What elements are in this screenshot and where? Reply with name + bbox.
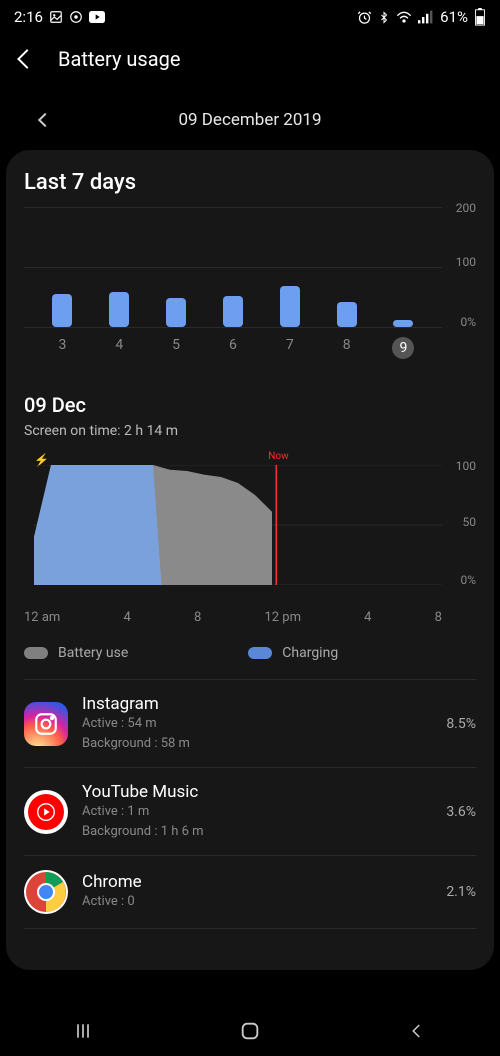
alarm-icon [357,10,372,25]
chevron-left-icon [17,49,37,69]
bar-day-8[interactable] [327,302,367,327]
date-label: 09 December 2019 [178,110,321,130]
app-pct: 3.6% [446,804,476,820]
ytick: 200 [456,201,476,215]
legend-label-charging: Charging [282,645,338,661]
status-bar: 2:16 61% [0,0,500,34]
ytick: 100 [456,255,476,269]
last7-chart[interactable]: 200 100 0% 3456789 [24,207,476,367]
bar-day-4[interactable] [99,292,139,327]
chrome-icon [24,870,68,914]
app-row-chrome[interactable]: ChromeActive : 0 2.1% [24,856,476,929]
xlabel[interactable]: 8 [327,337,367,359]
system-navbar [0,1006,500,1056]
app-pct: 8.5% [446,716,476,732]
app-active: Active : 54 m [82,714,432,734]
screen-on-time: Screen on time: 2 h 14 m [24,423,476,439]
bar-day-9[interactable] [383,320,423,327]
ytmusic-icon [24,790,68,834]
xlabel[interactable]: 3 [42,337,82,359]
app-active: Active : 1 m [82,802,432,822]
bar-day-6[interactable] [213,296,253,327]
xtick: 12 am [24,610,60,625]
xtick: 4 [364,610,371,625]
bar-day-5[interactable] [156,298,196,327]
ytick: 0% [460,315,476,329]
xlabel[interactable]: 7 [270,337,310,359]
app-name: Instagram [82,694,432,714]
xtick: 8 [194,610,201,625]
back-button[interactable] [16,46,38,72]
bar-day-3[interactable] [42,294,82,327]
app-name: Chrome [82,872,432,892]
xtick: 4 [123,610,130,625]
now-label: Now [268,451,288,462]
date-navigation: 09 December 2019 [0,88,500,146]
day-title: 09 Dec [24,393,476,417]
legend-swatch-charging [248,647,272,659]
ytick: 50 [463,515,477,529]
bluetooth-icon [378,10,390,25]
xlabel[interactable]: 4 [99,337,139,359]
app-background: Background : 1 h 6 m [82,822,432,842]
ytick: 100 [456,459,476,473]
xlabel[interactable]: 5 [156,337,196,359]
app-info: YouTube MusicActive : 1 mBackground : 1 … [82,782,432,841]
xtick: 8 [435,610,442,625]
xlabel[interactable]: 9 [392,337,414,359]
youtube-icon [89,11,105,23]
instagram-icon [24,702,68,746]
app-usage-list: InstagramActive : 54 mBackground : 58 m 8… [24,679,476,929]
app-row-instagram[interactable]: InstagramActive : 54 mBackground : 58 m 8… [24,680,476,768]
page-title: Battery usage [58,47,180,71]
app-info: ChromeActive : 0 [82,872,432,912]
app-name: YouTube Music [82,782,432,802]
app-info: InstagramActive : 54 mBackground : 58 m [82,694,432,753]
app-active: Active : 0 [82,892,432,912]
legend-label-use: Battery use [58,645,128,661]
chart-legend: Battery use Charging [24,637,476,679]
battery-pct: 61% [440,8,468,26]
home-button[interactable] [220,1016,280,1046]
legend-swatch-use [24,647,48,659]
status-time: 2:16 [14,8,43,26]
signal-icon [418,10,434,24]
main-card: Last 7 days 200 100 0% 3456789 09 Dec Sc… [6,150,494,970]
day-battery-chart[interactable]: ⚡ Now 100 50 0% 12 am4812 pm48 [24,455,476,625]
recents-button[interactable] [53,1016,113,1046]
xtick: 12 pm [264,610,301,625]
date-prev-button[interactable] [38,113,52,127]
back-nav-button[interactable] [387,1016,447,1046]
xlabel[interactable]: 6 [213,337,253,359]
app-row-ytmusic[interactable]: YouTube MusicActive : 1 mBackground : 1 … [24,768,476,856]
section-last7-title: Last 7 days [24,170,476,195]
app-header: Battery usage [0,34,500,88]
image-icon [49,10,63,24]
ytick: 0% [460,573,476,587]
wifi-icon [396,10,412,24]
app-background: Background : 58 m [82,734,432,754]
circle-icon [69,10,83,24]
app-pct: 2.1% [446,884,476,900]
battery-icon [474,8,486,26]
bar-day-7[interactable] [270,286,310,327]
